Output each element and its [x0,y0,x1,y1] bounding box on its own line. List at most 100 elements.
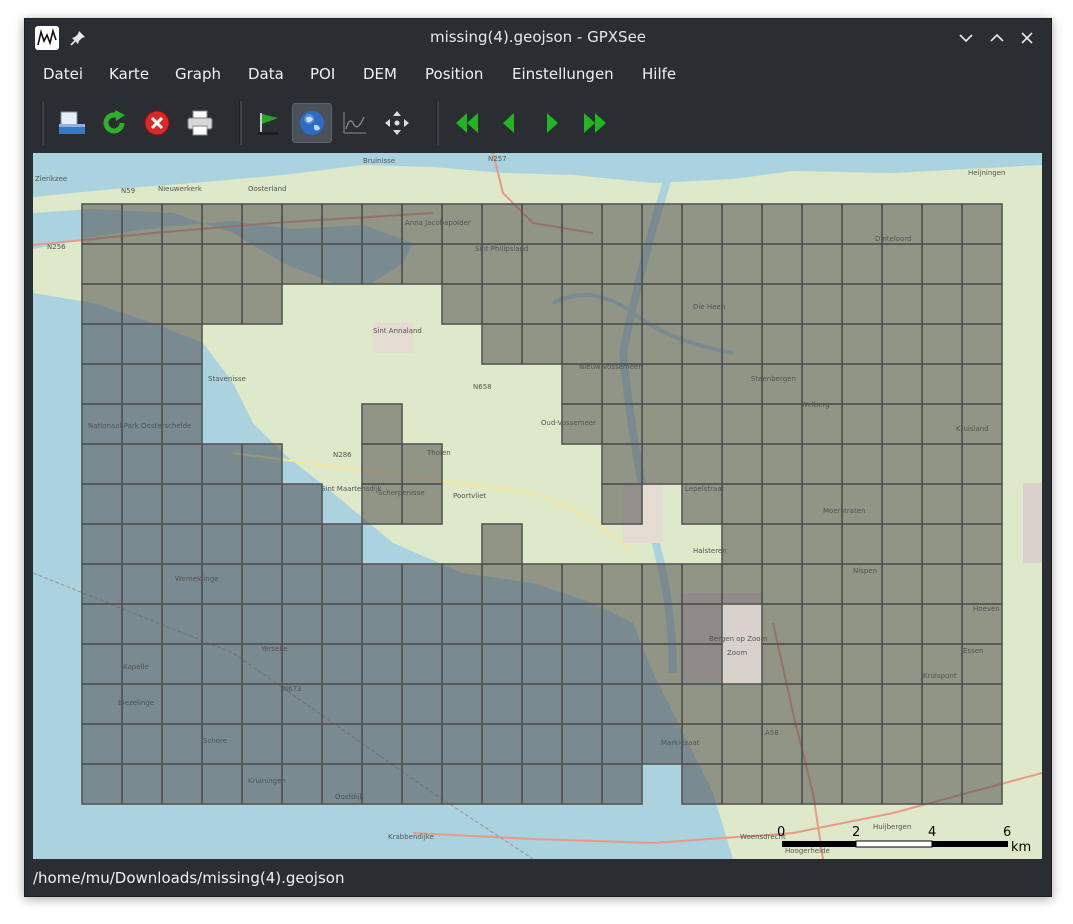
scale-tick-6: 6 [1003,825,1011,840]
menu-dem[interactable]: DEM [363,65,397,83]
chevron-up-icon[interactable] [986,27,1008,49]
coverage-tile [641,683,683,725]
first-file-button[interactable] [447,103,487,143]
coverage-tile [601,323,643,365]
open-file-button[interactable] [52,103,92,143]
coverage-tile [841,363,883,405]
scale-tick-4: 4 [928,825,936,840]
coverage-tile [481,603,523,645]
open-file-icon [59,111,85,134]
menu-data[interactable]: Data [248,65,284,83]
map-place-label: N658 [473,383,492,391]
coverage-tile [921,203,963,245]
map-canvas[interactable]: Zierikzee N59 Nieuwerkerk Oosterland Bruinis… [33,153,1042,859]
menu-karte[interactable]: Karte [109,65,149,83]
coverage-tile [641,243,683,285]
menu-graph[interactable]: Graph [175,65,221,83]
coverage-tile [481,763,523,805]
coverage-tile [201,283,243,325]
coverage-tile [641,443,683,485]
map-view[interactable]: Zierikzee N59 Nieuwerkerk Oosterland Bruinis… [33,153,1042,859]
coverage-tile [921,563,963,605]
coverage-tile [801,723,843,765]
double-right-arrow-icon [584,113,606,133]
coverage-tile [321,643,363,685]
coverage-tile [81,283,123,325]
coverage-tile [841,203,883,245]
coverage-tile [681,563,723,605]
coverage-tile [801,323,843,365]
coverage-tile [361,763,403,805]
coverage-tile [321,203,363,245]
coverage-tile [881,763,923,805]
coverage-tile [561,763,603,805]
coverage-tile [161,283,203,325]
coverage-tile [561,243,603,285]
next-file-button[interactable] [532,103,572,143]
coverage-tile [881,643,923,685]
coverage-tile [841,763,883,805]
close-file-button[interactable] [137,103,177,143]
coverage-tile [881,723,923,765]
coverage-tile [881,203,923,245]
map-place-label: N286 [333,451,352,459]
show-poi-button[interactable] [249,103,289,143]
map-place-label: Oosterland [248,185,286,193]
coverage-tile [801,403,843,445]
coverage-tile [441,683,483,725]
coverage-tile [561,643,603,685]
coverage-tile [601,483,643,525]
coverage-tile [121,243,163,285]
coverage-tile [641,283,683,325]
coverage-tile [121,283,163,325]
coverage-tile [721,523,763,565]
coverage-tile [281,563,323,605]
previous-file-button[interactable] [489,103,529,143]
coverage-tile [241,203,283,245]
coverage-tile [241,723,283,765]
show-map-button[interactable] [292,103,332,143]
print-button[interactable] [180,103,220,143]
coverage-tile [961,563,1003,605]
menu-poi[interactable]: POI [310,65,335,83]
reload-button[interactable] [94,103,134,143]
menu-datei[interactable]: Datei [43,65,83,83]
coverage-tile [281,723,323,765]
coverage-tile [841,603,883,645]
coverage-tile [601,603,643,645]
title-bar[interactable]: missing(4).geojson - GPXSee [25,19,1051,57]
coverage-tile [681,203,723,245]
coverage-tile [321,563,363,605]
menu-hilfe[interactable]: Hilfe [642,65,676,83]
menu-position[interactable]: Position [425,65,483,83]
coverage-tile [881,683,923,725]
coverage-tile [641,563,683,605]
coverage-tile [881,443,923,485]
coverage-tile [321,243,363,285]
show-position-button[interactable] [377,103,417,143]
coverage-tile [681,603,723,645]
coverage-tile [441,643,483,685]
last-file-button[interactable] [575,103,615,143]
scale-segment [932,841,1008,847]
coverage-tile [601,443,643,485]
coverage-tile [881,523,923,565]
show-graphs-button[interactable] [334,103,374,143]
coverage-tile [121,483,163,525]
coverage-tile [201,683,243,725]
coverage-tile [161,683,203,725]
coverage-tile [321,763,363,805]
coverage-tile [561,723,603,765]
chevron-down-icon[interactable] [955,27,977,49]
coverage-tile [401,483,443,525]
coverage-tile [881,283,923,325]
coverage-tile [281,203,323,245]
coverage-tile [401,443,443,485]
coverage-tile [721,283,763,325]
coverage-tile [761,523,803,565]
menu-einstellungen[interactable]: Einstellungen [512,65,614,83]
coverage-tile [761,323,803,365]
close-icon[interactable] [1016,27,1038,49]
coverage-tile [121,443,163,485]
coverage-tile [201,563,243,605]
